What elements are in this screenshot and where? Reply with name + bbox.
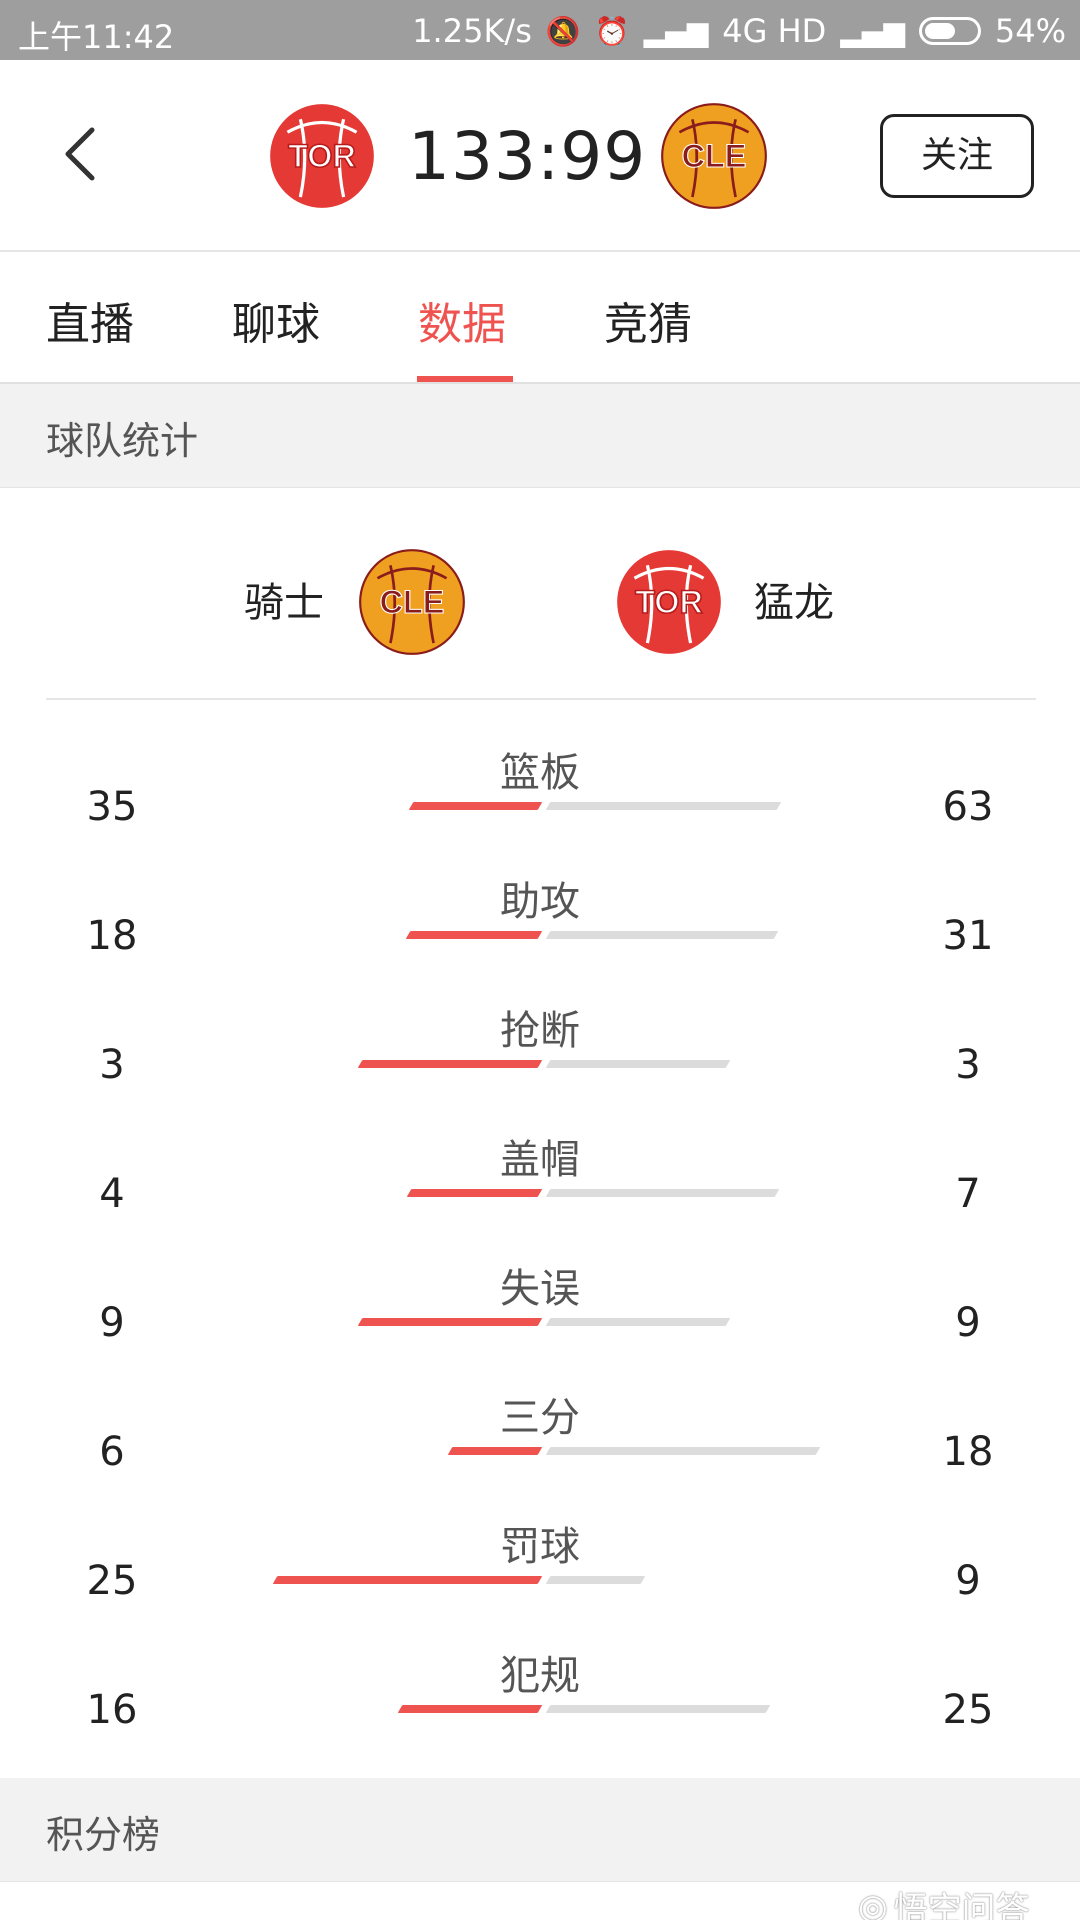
tor-logo[interactable]: TOR: [268, 102, 376, 210]
stat-label: 抢断: [500, 1008, 580, 1054]
stat-row: 25 罚球 9: [0, 1490, 1080, 1619]
stat-left-value: 35: [86, 784, 138, 830]
cle-logo[interactable]: CLE: [660, 102, 768, 210]
back-icon[interactable]: [58, 124, 108, 184]
cle-logo: CLE: [358, 548, 466, 656]
tor-logo-text: TOR: [288, 138, 356, 174]
stat-right-value: 9: [955, 1558, 981, 1604]
tab-live[interactable]: 直播: [46, 288, 134, 352]
standings-header[interactable]: 积分榜: [0, 1778, 1080, 1882]
stat-left-value: 9: [99, 1300, 125, 1346]
stat-row: 4 盖帽 7: [0, 1103, 1080, 1232]
stat-row: 9 失误 9: [0, 1232, 1080, 1361]
status-time: 上午11:42: [18, 18, 175, 56]
stat-bar-left: [406, 1189, 543, 1197]
stat-left-value: 25: [86, 1558, 138, 1604]
stat-left-value: 6: [99, 1429, 125, 1475]
stat-label: 助攻: [500, 879, 580, 925]
tor-logo: TOR: [615, 548, 723, 656]
tab-guess[interactable]: 竞猜: [604, 288, 692, 352]
away-score: 99: [560, 118, 647, 195]
stat-right-value: 63: [942, 784, 994, 830]
home-score: 133: [408, 118, 537, 195]
stat-right-value: 7: [955, 1171, 981, 1217]
network-speed: 1.25K/s: [412, 12, 532, 50]
stat-bar-left: [397, 1705, 543, 1713]
cle-logo-text: CLE: [380, 584, 445, 620]
stat-bar-left: [447, 1447, 543, 1455]
watermark: ◎ 悟空问答: [858, 1882, 1030, 1920]
stat-label: 失误: [500, 1266, 580, 1312]
stat-bar-left: [357, 1318, 543, 1326]
stat-label: 犯规: [500, 1653, 580, 1699]
stat-label: 三分: [500, 1395, 580, 1441]
stat-bar-right: [545, 931, 779, 939]
stat-left-value: 4: [99, 1171, 125, 1217]
tab-active-indicator: [417, 376, 513, 382]
status-right: 1.25K/s 🔕 ⏰ ▂▄▆ 4G HD ▂▄▆ 54%: [412, 12, 1066, 50]
signal-icon-2: ▂▄▆: [840, 14, 905, 48]
status-bar: 上午11:42 1.25K/s 🔕 ⏰ ▂▄▆ 4G HD ▂▄▆ 54%: [0, 0, 1080, 60]
stat-bar-right: [545, 1705, 771, 1713]
stat-bar-left: [405, 931, 543, 939]
stat-left-value: 18: [86, 913, 138, 959]
stat-right-value: 31: [942, 913, 994, 959]
stat-bar-right: [545, 1189, 780, 1197]
alarm-icon: ⏰: [594, 14, 630, 48]
signal-icon: ▂▄▆: [643, 14, 709, 48]
battery-level: 54%: [994, 12, 1066, 50]
stat-left-value: 3: [99, 1042, 125, 1088]
tab-chat[interactable]: 聊球: [232, 288, 320, 352]
stat-left-value: 16: [86, 1687, 138, 1733]
stat-label: 篮板: [500, 750, 580, 796]
stat-right-value: 9: [955, 1300, 981, 1346]
tor-logo-text: TOR: [635, 584, 703, 620]
cle-logo-text: CLE: [682, 138, 747, 174]
stat-row: 16 犯规 25: [0, 1619, 1080, 1748]
left-team-name: 骑士: [244, 580, 324, 626]
stat-bar-right: [545, 1447, 821, 1455]
stat-right-value: 18: [942, 1429, 994, 1475]
stat-label: 盖帽: [500, 1137, 580, 1183]
follow-button[interactable]: 关注: [880, 114, 1034, 198]
stat-row: 6 三分 18: [0, 1361, 1080, 1490]
team-stats-title: 球队统计: [46, 419, 199, 463]
stat-bar-left: [408, 802, 543, 810]
standings-title: 积分榜: [46, 1813, 161, 1857]
stat-bar-right: [545, 1576, 646, 1584]
score-separator: :: [536, 118, 561, 195]
tab-bar: 直播 聊球 数据 竞猜: [0, 252, 1080, 384]
stat-bar-right: [545, 1318, 731, 1326]
stat-bar-right: [545, 1060, 731, 1068]
watermark-icon: ◎: [858, 1886, 888, 1920]
divider: [46, 698, 1036, 700]
stat-label: 罚球: [500, 1524, 580, 1570]
right-team-name: 猛龙: [754, 580, 834, 626]
stat-row: 35 篮板 63: [0, 716, 1080, 845]
mute-icon: 🔕: [545, 14, 581, 48]
match-score: 133:99: [408, 118, 645, 195]
stat-row: 3 抢断 3: [0, 974, 1080, 1103]
stat-bar-left: [272, 1576, 543, 1584]
stat-bar-left: [357, 1060, 543, 1068]
battery-icon: [918, 17, 981, 45]
tab-data[interactable]: 数据: [418, 288, 506, 352]
stat-right-value: 25: [942, 1687, 994, 1733]
teams-row: 骑士 CLE TOR 猛龙: [0, 490, 1080, 700]
network-type: 4G HD: [722, 12, 827, 50]
stat-right-value: 3: [955, 1042, 981, 1088]
stat-row: 18 助攻 31: [0, 845, 1080, 974]
stat-bar-right: [545, 802, 782, 810]
team-stats-header: 球队统计: [0, 384, 1080, 488]
watermark-text: 悟空问答: [893, 1890, 1030, 1920]
match-header: TOR 133:99 CLE 关注: [0, 60, 1080, 252]
